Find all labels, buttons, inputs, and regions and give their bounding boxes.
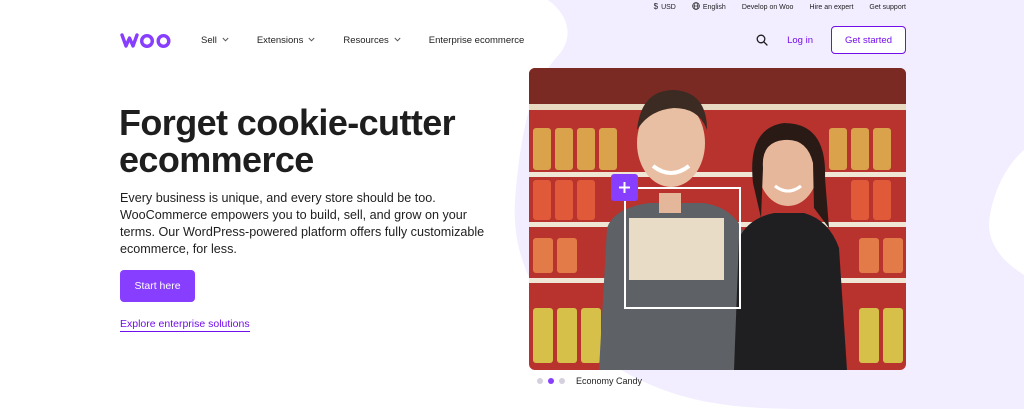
carousel-dot-1[interactable] <box>537 378 543 384</box>
hero-title: Forget cookie-cutter ecommerce <box>119 102 456 180</box>
nav-resources-label: Resources <box>343 34 389 46</box>
nav-enterprise[interactable]: Enterprise ecommerce <box>429 35 525 46</box>
hero-description: Every business is unique, and every stor… <box>120 191 485 256</box>
utility-bar: $ USD English Develop on Woo Hire an exp… <box>654 0 906 14</box>
support-link[interactable]: Get support <box>869 4 906 11</box>
nav-enterprise-label: Enterprise ecommerce <box>428 34 525 46</box>
chevron-down-icon <box>308 37 315 44</box>
nav-menu: Sell Extensions Resources Enterprise eco… <box>201 26 524 54</box>
start-here-button[interactable]: Start here <box>120 270 195 302</box>
explore-enterprise-link[interactable]: Explore enterprise solutions <box>120 318 250 332</box>
globe-icon <box>692 2 700 12</box>
dollar-icon: $ <box>653 2 659 11</box>
hire-expert-link[interactable]: Hire an expert <box>809 4 853 11</box>
nav-extensions-label: Extensions <box>256 34 304 46</box>
currency-selector[interactable]: $ USD <box>654 3 676 11</box>
search-button[interactable] <box>755 33 769 47</box>
currency-label: USD <box>661 3 676 11</box>
develop-link[interactable]: Develop on Woo <box>742 4 794 11</box>
carousel-controls: Economy Candy <box>537 376 642 386</box>
main-nav: Sell Extensions Resources Enterprise eco… <box>0 26 1024 54</box>
nav-sell[interactable]: Sell <box>201 35 229 46</box>
get-started-button[interactable]: Get started <box>831 26 906 54</box>
product-focus-frame <box>624 187 741 309</box>
hotspot-plus-button[interactable] <box>611 174 638 201</box>
language-selector[interactable]: English <box>692 2 726 12</box>
nav-extensions[interactable]: Extensions <box>257 35 315 46</box>
woo-logo[interactable] <box>120 31 174 49</box>
chevron-down-icon <box>394 37 401 44</box>
nav-resources[interactable]: Resources <box>343 34 401 46</box>
nav-actions: Log in Get started <box>755 26 906 54</box>
plus-icon <box>619 182 630 193</box>
search-icon <box>756 34 768 46</box>
carousel-dot-3[interactable] <box>559 378 565 384</box>
language-label: English <box>702 3 726 11</box>
login-link[interactable]: Log in <box>787 35 813 46</box>
chevron-down-icon <box>222 37 229 44</box>
carousel-caption: Economy Candy <box>576 376 643 386</box>
carousel-dot-2[interactable] <box>548 378 554 384</box>
nav-sell-label: Sell <box>201 34 217 46</box>
